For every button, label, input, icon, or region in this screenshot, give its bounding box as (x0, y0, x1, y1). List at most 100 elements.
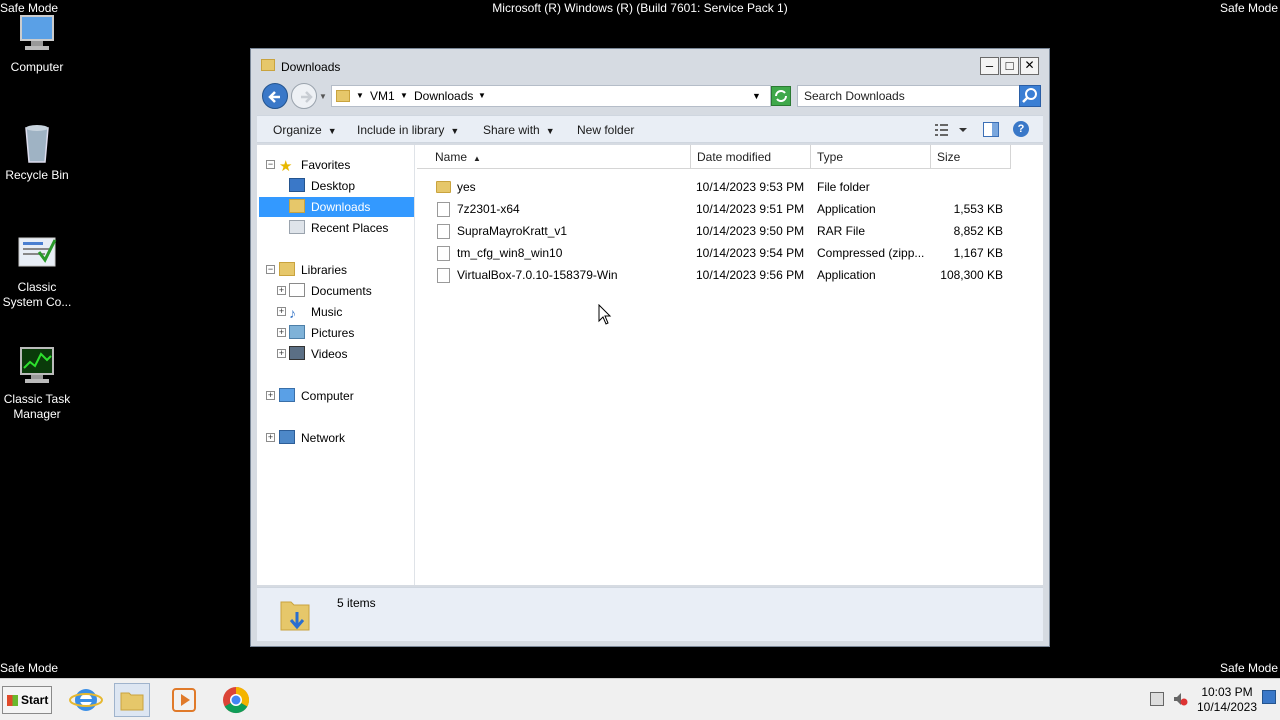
desktop-icon-recycle-bin[interactable]: Recycle Bin (0, 120, 74, 183)
address-history-dropdown-icon[interactable]: ▼ (752, 91, 761, 101)
nav-item-pictures[interactable]: Pictures (289, 323, 354, 343)
mouse-cursor-icon (598, 303, 612, 326)
expand-videos-icon[interactable]: + (277, 349, 286, 358)
taskbar-clock[interactable]: 10:03 PM 10/14/2023 (1196, 685, 1258, 715)
nav-item-videos[interactable]: Videos (289, 344, 347, 364)
close-button[interactable]: ✕ (1020, 57, 1039, 75)
chevron-down-icon[interactable]: ▼ (400, 91, 408, 100)
desktop-icon-label: Recycle Bin (5, 168, 69, 182)
breadcrumb-downloads[interactable]: Downloads (414, 89, 473, 103)
column-header-date-modified[interactable]: Date modified (691, 145, 811, 169)
start-button[interactable]: Start (2, 686, 52, 714)
navigation-pane[interactable]: − ★ Favorites Desktop Downloads Recent Pl… (257, 145, 415, 585)
file-row-7z2301-x64[interactable]: 7z2301-x64 10/14/2023 9:51 PM Applicatio… (417, 198, 1043, 220)
expand-network-icon[interactable]: + (266, 433, 275, 442)
address-bar[interactable]: ▼ VM1 ▼ Downloads ▼ ▼ (331, 85, 771, 107)
nav-item-network[interactable]: Network (279, 428, 345, 448)
nav-item-computer[interactable]: Computer (279, 386, 354, 406)
new-folder-button[interactable]: New folder (577, 123, 634, 137)
desktop-icon-classic-task-manager[interactable]: Classic Task Manager (0, 344, 74, 422)
back-arrow-icon (268, 91, 280, 103)
change-view-button[interactable] (933, 122, 969, 138)
taskbar-chrome[interactable] (218, 683, 254, 717)
nav-favorites-label: Favorites (301, 158, 351, 172)
explorer-window: Downloads – □ ✕ ▼ ▼ VM1 ▼ Downloads ▼ ▼ … (250, 48, 1050, 647)
chevron-down-icon[interactable]: ▼ (356, 91, 364, 100)
help-button[interactable]: ? (1013, 121, 1029, 137)
minimize-button[interactable]: – (980, 57, 999, 75)
folder-icon (436, 181, 451, 193)
file-row-virtualbox-installer[interactable]: VirtualBox-7.0.10-158379-Win 10/14/2023 … (417, 264, 1043, 286)
chevron-down-icon: ▼ (545, 126, 555, 136)
nav-item-downloads[interactable]: Downloads (259, 197, 414, 217)
nav-item-music[interactable]: ♪ Music (289, 302, 342, 322)
expand-documents-icon[interactable]: + (277, 286, 286, 295)
nav-computer-label: Computer (301, 389, 354, 403)
recent-pages-dropdown-icon[interactable]: ▼ (319, 92, 327, 101)
refresh-button[interactable] (771, 86, 791, 106)
network-icon (279, 430, 295, 444)
expand-computer-icon[interactable]: + (266, 391, 275, 400)
chevron-down-icon: ▼ (327, 126, 337, 136)
taskbar-media-player[interactable] (166, 683, 202, 717)
file-date: 10/14/2023 9:51 PM (696, 202, 805, 216)
file-row-supramayrokratt-v1[interactable]: SupraMayroKratt_v1 10/14/2023 9:50 PM RA… (417, 220, 1043, 242)
desktop-icon-computer[interactable]: Computer (0, 12, 74, 75)
column-header-name[interactable]: Name ▲ (417, 145, 691, 169)
expand-music-icon[interactable]: + (277, 307, 286, 316)
nav-item-documents[interactable]: Documents (289, 281, 372, 301)
nav-item-favorites[interactable]: ★ Favorites (279, 155, 350, 175)
tray-network-icon[interactable] (1150, 692, 1164, 706)
share-with-button[interactable]: Share with ▼ (483, 123, 555, 137)
column-header-type[interactable]: Type (811, 145, 931, 169)
desktop-icon (289, 178, 305, 192)
taskbar-windows-explorer[interactable] (114, 683, 150, 717)
recycle-bin-icon (15, 120, 59, 164)
forward-button[interactable] (291, 83, 317, 109)
taskbar-internet-explorer[interactable] (68, 683, 104, 717)
nav-item-libraries[interactable]: Libraries (279, 260, 347, 280)
file-list[interactable]: Name ▲ Date modified Type Size yes 10/14/… (417, 145, 1043, 585)
search-button[interactable] (1019, 85, 1041, 107)
desktop-icon-label: Classic System Co... (2, 280, 72, 309)
nav-item-desktop[interactable]: Desktop (289, 176, 355, 196)
start-label: Start (21, 693, 49, 707)
search-input[interactable]: Search Downloads (797, 85, 1021, 107)
show-desktop-button[interactable] (1262, 690, 1276, 704)
desktop-icon-classic-system-config[interactable]: Classic System Co... (0, 232, 74, 310)
item-count: 5 items (337, 596, 376, 610)
file-name: tm_cfg_win8_win10 (457, 246, 563, 260)
chevron-down-icon: ▼ (450, 126, 460, 136)
task-manager-icon (15, 344, 59, 388)
file-type: Application (817, 268, 876, 282)
back-button[interactable] (262, 83, 288, 109)
windows-logo-icon (7, 695, 18, 706)
file-size: 1,167 KB (953, 246, 1003, 260)
forward-arrow-icon (301, 91, 313, 103)
chevron-down-icon[interactable]: ▼ (478, 91, 486, 100)
expand-pictures-icon[interactable]: + (277, 328, 286, 337)
documents-icon (289, 283, 305, 297)
music-icon: ♪ (289, 305, 296, 321)
organize-label: Organize (273, 123, 322, 137)
collapse-favorites-icon[interactable]: − (266, 160, 275, 169)
pictures-icon (289, 325, 305, 339)
location-folder-icon (336, 90, 350, 102)
include-in-library-button[interactable]: Include in library ▼ (357, 123, 459, 137)
nav-item-recent-places[interactable]: Recent Places (289, 218, 388, 238)
tray-volume-muted-icon[interactable] (1172, 691, 1188, 707)
file-row-tm-cfg-win8-win10[interactable]: tm_cfg_win8_win10 10/14/2023 9:54 PM Com… (417, 242, 1043, 264)
title-bar[interactable]: Downloads – □ ✕ (251, 49, 1049, 83)
maximize-button[interactable]: □ (1000, 57, 1019, 75)
column-header-size[interactable]: Size (931, 145, 1011, 169)
collapse-libraries-icon[interactable]: − (266, 265, 275, 274)
preview-pane-button[interactable] (983, 122, 999, 137)
details-pane: 5 items (257, 587, 1043, 641)
breadcrumb-vm1[interactable]: VM1 (370, 89, 395, 103)
file-row-yes[interactable]: yes 10/14/2023 9:53 PM File folder (417, 176, 1043, 198)
nav-pictures-label: Pictures (311, 326, 355, 340)
organize-button[interactable]: Organize ▼ (273, 123, 337, 137)
file-name: SupraMayroKratt_v1 (457, 224, 568, 238)
file-size: 8,852 KB (953, 224, 1003, 238)
desktop-icon-label: Classic Task Manager (3, 392, 71, 421)
